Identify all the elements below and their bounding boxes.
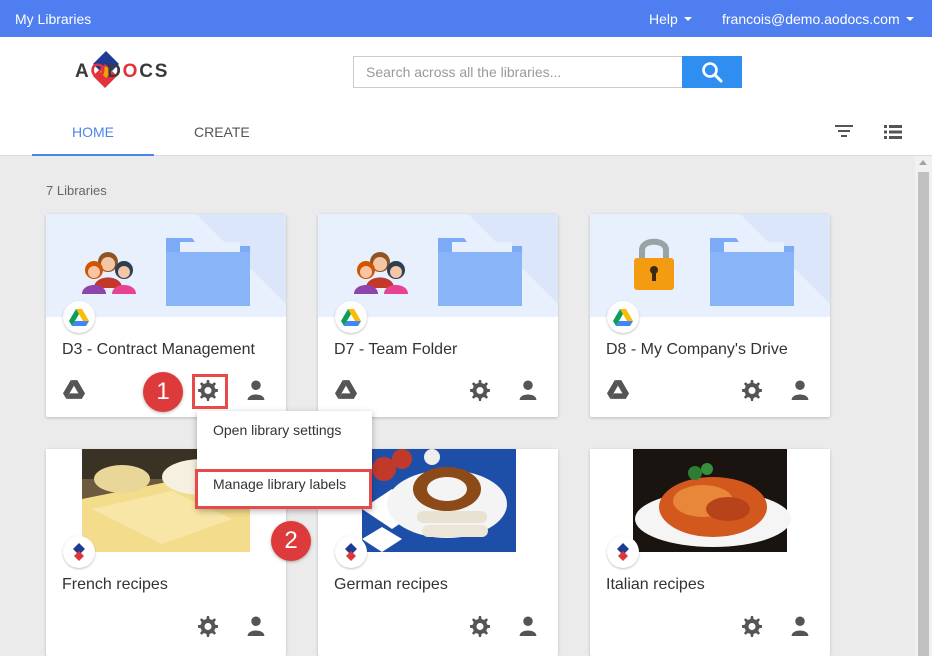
menu-item-open-library-settings[interactable]: Open library settings	[197, 422, 372, 438]
step-1-badge: 1	[143, 372, 183, 412]
top-bar: My Libraries Help francois@demo.aodocs.c…	[0, 0, 932, 37]
library-count: 7 Libraries	[46, 183, 107, 198]
person-icon[interactable]	[247, 380, 265, 400]
user-menu[interactable]: francois@demo.aodocs.com	[722, 11, 914, 27]
google-drive-icon	[341, 308, 361, 326]
library-card[interactable]: Italian recipes	[590, 449, 830, 656]
library-type-badge	[335, 536, 367, 568]
library-type-badge	[63, 536, 95, 568]
library-title[interactable]: Italian recipes	[606, 576, 705, 594]
person-icon[interactable]	[791, 616, 809, 636]
aodocs-icon	[617, 543, 629, 561]
library-card[interactable]: D8 - My Company's Drive	[590, 214, 830, 417]
gear-highlight-box	[192, 374, 228, 409]
person-icon[interactable]	[247, 616, 265, 636]
tab-create[interactable]: CREATE	[194, 124, 250, 140]
help-menu[interactable]: Help	[649, 11, 692, 27]
filter-icon[interactable]	[835, 124, 853, 138]
app-title[interactable]: My Libraries	[15, 11, 91, 27]
library-card[interactable]: D7 - Team Folder	[318, 214, 558, 417]
user-email: francois@demo.aodocs.com	[722, 11, 900, 27]
chevron-down-icon	[905, 17, 914, 22]
scroll-up-arrow-icon[interactable]	[919, 160, 927, 165]
scrollbar[interactable]	[915, 156, 932, 656]
person-icon[interactable]	[519, 380, 537, 400]
list-view-icon[interactable]	[884, 125, 902, 139]
help-label: Help	[649, 11, 678, 27]
menu-highlight-box	[195, 469, 372, 509]
logo-wordmark: AODOCS	[75, 61, 170, 82]
google-drive-icon	[613, 308, 633, 326]
library-title[interactable]: D8 - My Company's Drive	[606, 341, 788, 359]
google-drive-icon[interactable]	[63, 380, 85, 399]
aodocs-icon	[345, 543, 357, 561]
chevron-down-icon	[683, 17, 692, 22]
library-type-badge	[607, 301, 639, 333]
tab-home[interactable]: HOME	[32, 124, 154, 156]
library-title[interactable]: French recipes	[62, 576, 168, 594]
google-drive-icon[interactable]	[607, 380, 629, 399]
search-button[interactable]	[682, 56, 742, 88]
library-title[interactable]: German recipes	[334, 576, 448, 594]
library-type-badge	[335, 301, 367, 333]
person-icon[interactable]	[519, 616, 537, 636]
library-type-badge	[63, 301, 95, 333]
google-drive-icon	[69, 308, 89, 326]
search-field[interactable]	[353, 56, 683, 88]
step-2-badge: 2	[271, 521, 311, 561]
gear-icon[interactable]	[741, 616, 763, 637]
library-type-badge	[607, 536, 639, 568]
library-title[interactable]: D7 - Team Folder	[334, 341, 457, 359]
gear-icon[interactable]	[741, 380, 763, 401]
gear-icon[interactable]	[469, 380, 491, 401]
tab-bar: HOME CREATE	[0, 107, 932, 156]
search-icon	[702, 62, 723, 83]
library-title[interactable]: D3 - Contract Management	[62, 341, 255, 359]
gear-icon[interactable]	[469, 616, 491, 637]
aodocs-icon	[73, 543, 85, 561]
search-input[interactable]	[354, 57, 682, 87]
person-icon[interactable]	[791, 380, 809, 400]
scrollbar-thumb[interactable]	[918, 172, 929, 656]
gear-icon[interactable]	[197, 616, 219, 637]
google-drive-icon[interactable]	[335, 380, 357, 399]
